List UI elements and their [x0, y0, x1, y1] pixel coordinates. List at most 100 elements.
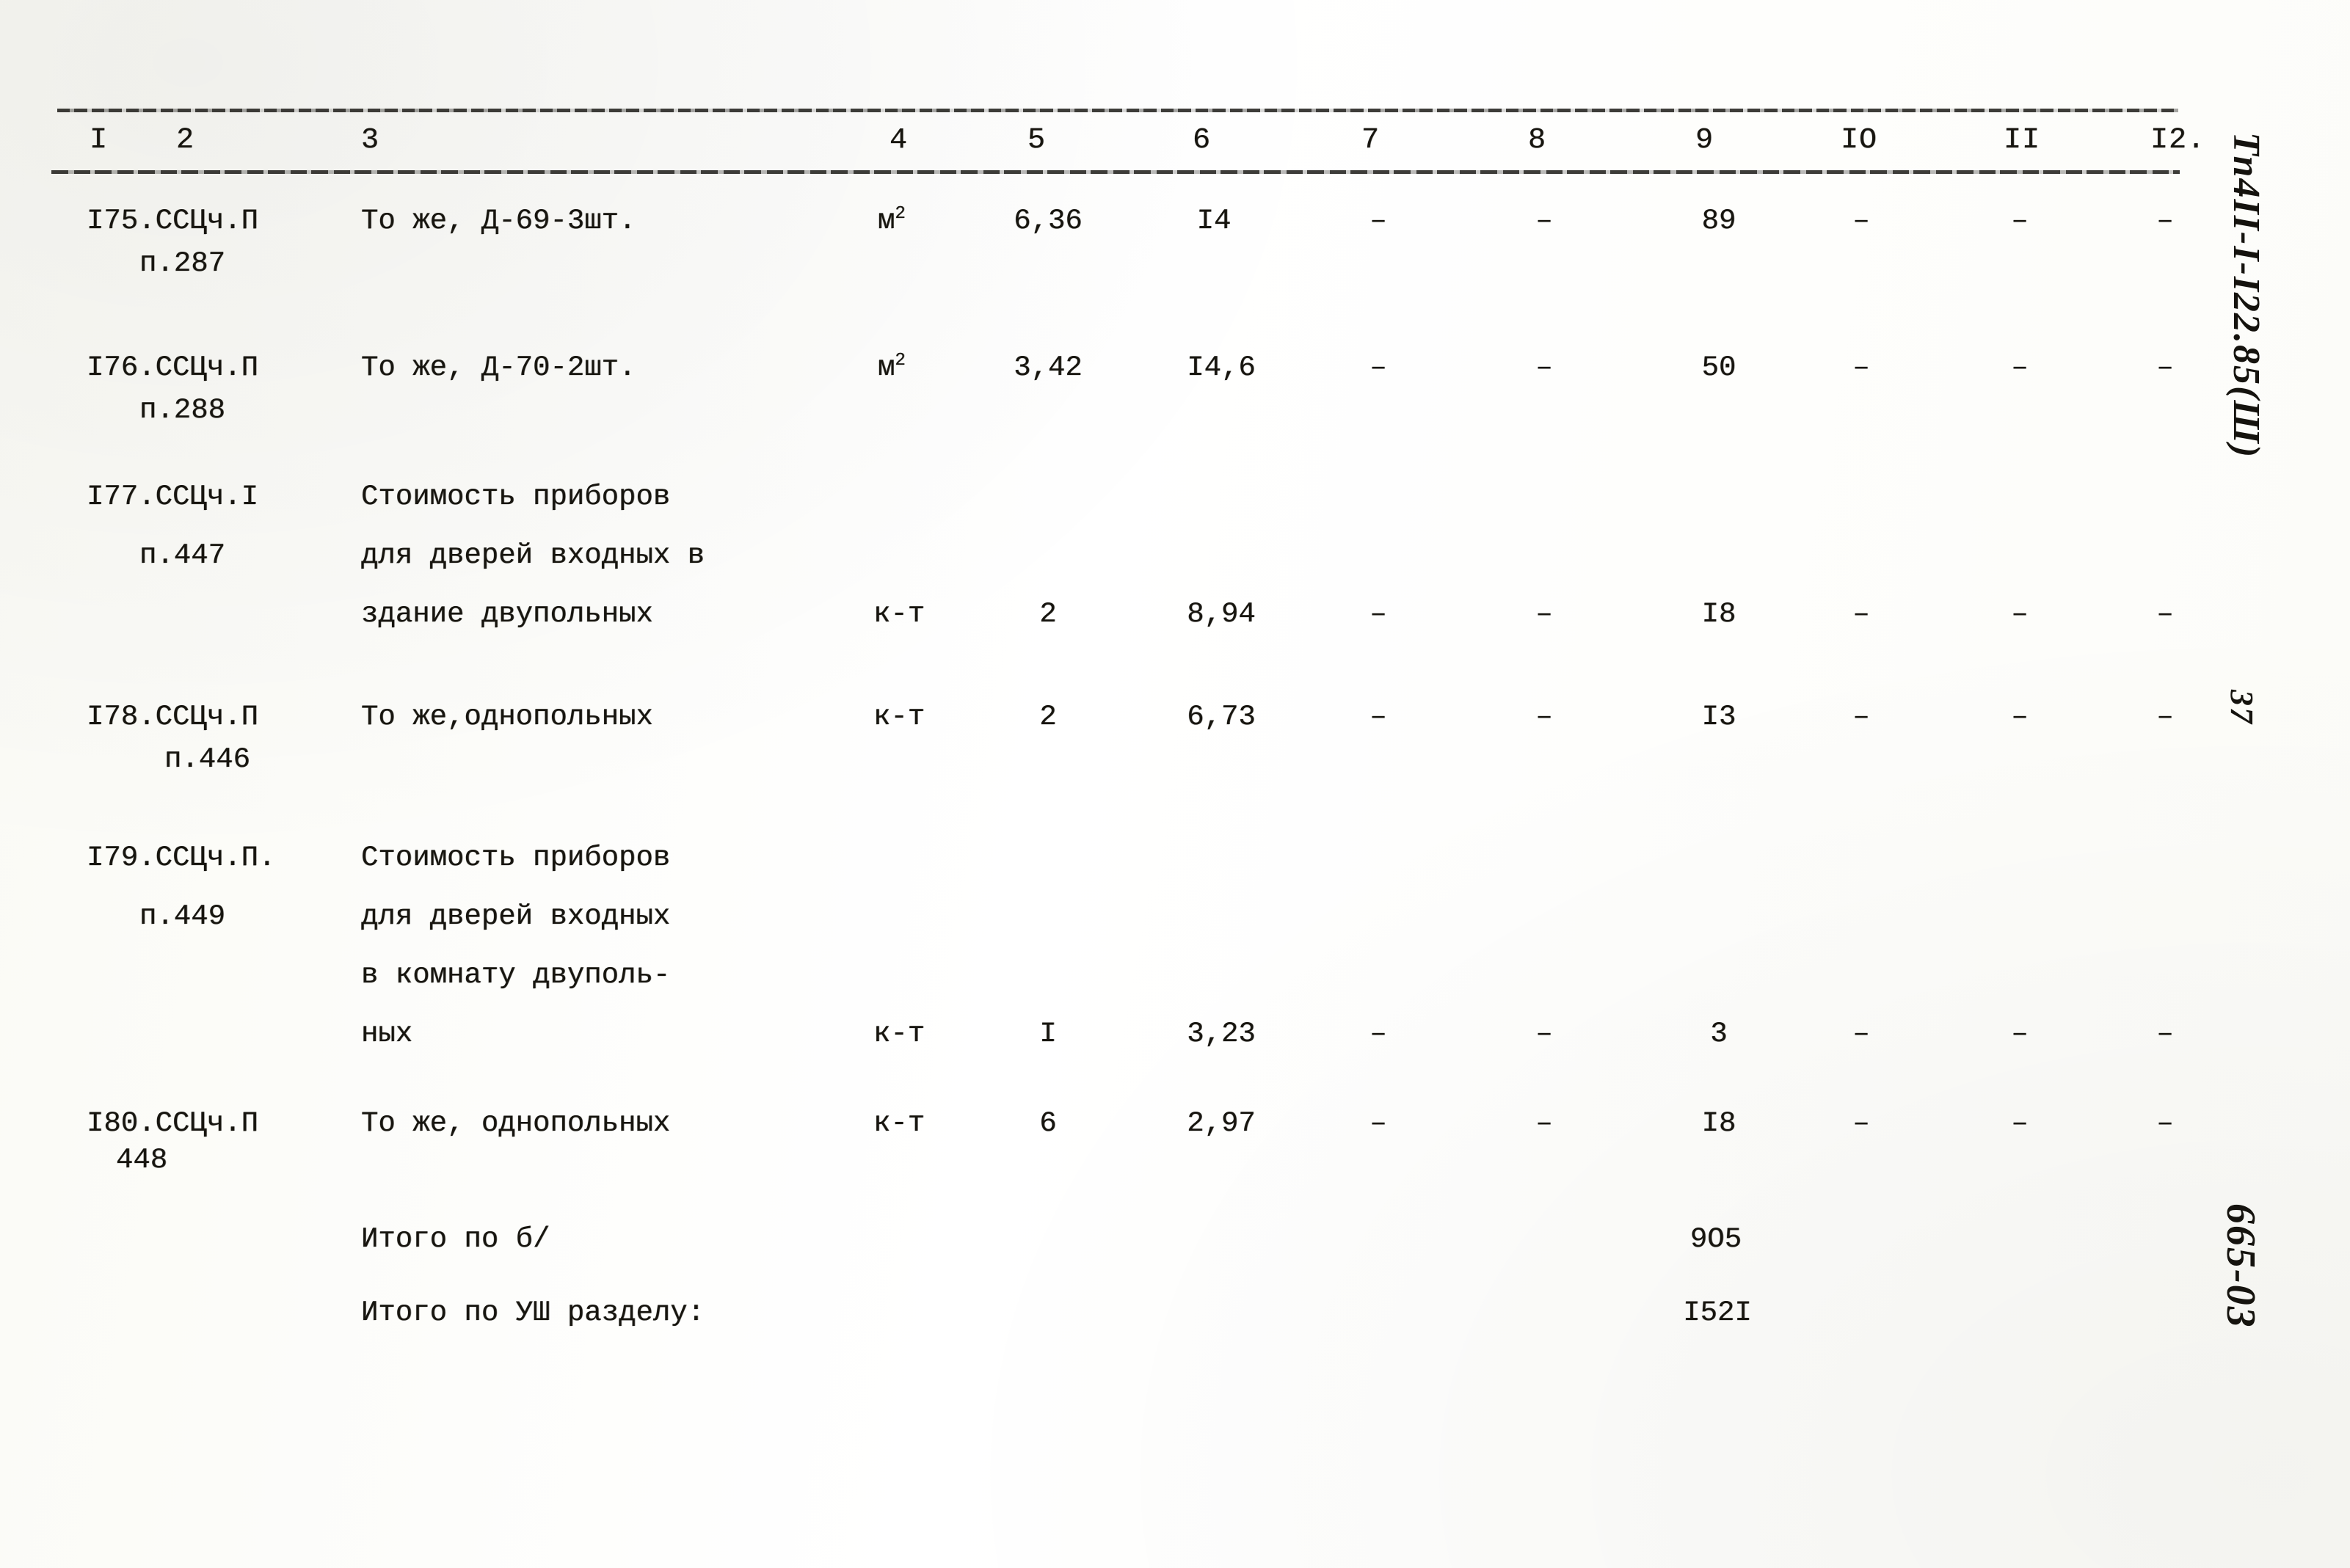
- row-value-c12: –: [2156, 598, 2174, 630]
- row-value-c11: –: [2011, 598, 2029, 630]
- unit-text: к-т: [873, 1018, 925, 1050]
- row-value-c11: –: [2011, 701, 2029, 733]
- column-header-5: 5: [1027, 124, 1047, 157]
- row-value-c6: I4,6: [1187, 351, 1256, 384]
- row-value-c10: –: [1852, 205, 1870, 237]
- row-value-c9: I8: [1701, 598, 1736, 630]
- row-description-3: здание двупольных: [361, 598, 653, 630]
- row-unit: к-т: [873, 1102, 925, 1145]
- total-value: I52I: [1683, 1297, 1752, 1329]
- row-value-c7: –: [1369, 1107, 1387, 1139]
- row-value-c12: –: [2156, 1018, 2174, 1050]
- column-header-3: 3: [361, 124, 380, 157]
- row-code-sub: 448: [116, 1144, 168, 1176]
- column-header-12: I2.: [2150, 124, 2206, 157]
- row-code: I77.ССЦч.I: [87, 481, 259, 513]
- row-description: То же, однопольных: [361, 1107, 671, 1139]
- row-value-c6: 2,97: [1187, 1107, 1256, 1139]
- row-description: То же,однопольных: [361, 701, 653, 733]
- row-unit: к-т: [873, 593, 925, 635]
- total-label: Итого по б/: [361, 1223, 550, 1255]
- column-header-6: 6: [1193, 124, 1212, 157]
- row-code-sub: п.287: [139, 247, 226, 280]
- row-value-c11: –: [2011, 351, 2029, 384]
- row-value-c9: 50: [1701, 351, 1736, 384]
- row-description: То же, Д-69-3шт.: [361, 205, 636, 237]
- row-value-c10: –: [1852, 1107, 1870, 1139]
- row-value-c5: 2: [1039, 598, 1057, 630]
- row-value-c10: –: [1852, 701, 1870, 733]
- column-header-1: I: [90, 124, 109, 157]
- row-value-c11: –: [2011, 1018, 2029, 1050]
- row-code-sub: п.449: [139, 900, 226, 933]
- row-value-c5: 2: [1039, 701, 1057, 733]
- row-description: То же, Д-70-2шт.: [361, 351, 636, 384]
- row-code: I76.ССЦч.П: [87, 351, 259, 384]
- row-value-c8: –: [1535, 205, 1553, 237]
- row-code-sub: п.288: [139, 394, 226, 426]
- row-value-c11: –: [2011, 205, 2029, 237]
- row-code: I78.ССЦч.П: [87, 701, 259, 733]
- unit-superscript: 2: [895, 204, 906, 224]
- row-value-c6: I4: [1196, 205, 1232, 237]
- row-value-c9: I8: [1701, 1107, 1736, 1139]
- total-label: Итого по УШ разделу:: [361, 1297, 705, 1329]
- row-value-c6: 6,73: [1187, 701, 1256, 733]
- row-value-c11: –: [2011, 1107, 2029, 1139]
- table-top-rule: [57, 109, 2178, 112]
- row-code: I80.ССЦч.П: [87, 1107, 259, 1139]
- column-header-9: 9: [1695, 124, 1714, 157]
- unit-text: к-т: [873, 1107, 925, 1139]
- row-description: Стоимость приборов: [361, 481, 671, 513]
- row-value-c10: –: [1852, 1018, 1870, 1050]
- column-header-8: 8: [1528, 124, 1547, 157]
- row-unit: м2: [878, 346, 906, 389]
- row-value-c5: I: [1039, 1018, 1057, 1050]
- scanned-page: I 2 3 4 5 6 7 8 9 IO II I2. I75.ССЦч.П п…: [0, 0, 2350, 1568]
- unit-text: м: [878, 351, 895, 384]
- row-code: I79.ССЦч.П.: [87, 842, 276, 874]
- row-unit: к-т: [873, 1013, 925, 1055]
- row-value-c9: I3: [1701, 701, 1736, 733]
- row-value-c12: –: [2156, 701, 2174, 733]
- row-unit: к-т: [873, 696, 925, 738]
- row-code: I75.ССЦч.П: [87, 205, 259, 237]
- row-code-sub: п.447: [139, 539, 226, 572]
- row-value-c8: –: [1535, 598, 1553, 630]
- table-header-rule: [51, 170, 2180, 174]
- row-value-c9: 89: [1701, 205, 1736, 237]
- row-value-c12: –: [2156, 1107, 2174, 1139]
- row-value-c7: –: [1369, 351, 1387, 384]
- row-unit: м2: [878, 200, 906, 242]
- row-description-3: в комнату двуполь-: [361, 959, 671, 991]
- row-value-c8: –: [1535, 1018, 1553, 1050]
- row-description-2: для дверей входных в: [361, 539, 705, 572]
- row-value-c5: 6,36: [1014, 205, 1083, 237]
- margin-document-code: Тп4II-I-I22.85(Ш): [2225, 132, 2267, 459]
- column-header-2: 2: [176, 124, 195, 157]
- row-value-c10: –: [1852, 351, 1870, 384]
- row-value-c7: –: [1369, 1018, 1387, 1050]
- unit-text: к-т: [873, 701, 925, 733]
- margin-archive-code: 665-03: [2218, 1203, 2263, 1329]
- row-value-c6: 8,94: [1187, 598, 1256, 630]
- row-value-c7: –: [1369, 701, 1387, 733]
- column-header-10: IO: [1841, 124, 1878, 157]
- row-value-c10: –: [1852, 598, 1870, 630]
- column-header-4: 4: [890, 124, 909, 157]
- row-value-c5: 6: [1039, 1107, 1057, 1139]
- row-value-c8: –: [1535, 1107, 1553, 1139]
- unit-text: к-т: [873, 598, 925, 630]
- row-value-c7: –: [1369, 205, 1387, 237]
- column-header-7: 7: [1361, 124, 1380, 157]
- row-value-c9: 3: [1710, 1018, 1728, 1050]
- row-value-c12: –: [2156, 205, 2174, 237]
- total-value: 9O5: [1689, 1223, 1742, 1255]
- row-description: Стоимость приборов: [361, 842, 671, 874]
- unit-superscript: 2: [895, 351, 906, 371]
- row-value-c6: 3,23: [1187, 1018, 1256, 1050]
- row-value-c8: –: [1535, 701, 1553, 733]
- column-header-11: II: [2004, 124, 2041, 157]
- row-value-c8: –: [1535, 351, 1553, 384]
- unit-text: м: [878, 205, 895, 237]
